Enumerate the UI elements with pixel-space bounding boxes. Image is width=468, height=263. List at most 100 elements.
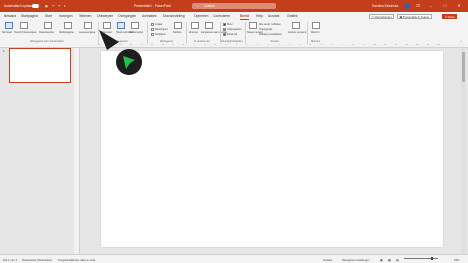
tab-startpagina[interactable]: Startpagina: [21, 14, 38, 18]
autosave-toggle[interactable]: [32, 4, 39, 8]
reading-view-icon[interactable]: [84, 22, 92, 29]
tab-ontwerpen[interactable]: Ontwerpen: [97, 14, 113, 18]
fit-to-window-icon[interactable]: [205, 22, 213, 29]
present-in-teams-button[interactable]: ▣ Presentatie in Teams: [397, 13, 432, 19]
switch-windows-label[interactable]: Andere vensters: [288, 31, 306, 34]
tab-help[interactable]: Help: [256, 14, 263, 18]
black-white-swatch[interactable]: [223, 33, 226, 36]
ruler-tick-label: 2: [288, 44, 291, 47]
tab-animaties[interactable]: Animaties: [142, 14, 156, 18]
ruler-tick-label: 5: [214, 44, 216, 47]
tab-invoegen[interactable]: Invoegen: [59, 14, 73, 18]
slide-info: Dia 1 van 1: [3, 258, 18, 262]
tab-bestand[interactable]: Bestand: [4, 14, 16, 18]
black-white-label[interactable]: Zwart-wit: [227, 33, 237, 36]
slide-sorter-status-icon[interactable]: ▦: [388, 258, 391, 262]
notes-icon[interactable]: [174, 22, 182, 29]
slide-thumbnail[interactable]: [9, 48, 71, 83]
gridlines-checkbox[interactable]: [151, 28, 154, 31]
tab-diavoorstelling[interactable]: Diavoorstelling: [163, 14, 185, 18]
ruler-tick-label: 11: [384, 44, 387, 47]
close-icon[interactable]: ✕: [455, 3, 463, 9]
new-window-icon[interactable]: [249, 22, 257, 29]
notes-master-icon[interactable]: [131, 22, 139, 29]
play-logo-icon: [123, 56, 135, 69]
arrange-all-label[interactable]: Alle venst. schikken: [259, 23, 281, 26]
notes-label[interactable]: Notities: [173, 31, 181, 34]
macros-icon[interactable]: [312, 22, 320, 29]
display-settings[interactable]: Weergave-instellingen: [342, 258, 370, 262]
group-separator: [147, 22, 148, 44]
outline-view-label[interactable]: Overzichtsweergave: [14, 31, 37, 34]
tab-controleren[interactable]: Controleren: [213, 14, 230, 18]
ribbon-options-icon[interactable]: ⊡: [414, 3, 422, 9]
tab-start[interactable]: Start: [45, 14, 52, 18]
language-indicator[interactable]: Nederlands (Nederland): [22, 258, 52, 262]
guides-label: Hulplijnen: [155, 33, 166, 36]
ruler-tick-label: 11: [151, 44, 154, 47]
normal-view-status-icon[interactable]: ▣: [380, 258, 383, 262]
zoom-slider-thumb[interactable]: [431, 256, 433, 260]
customize-icon[interactable]: ▾: [64, 4, 66, 8]
tab-grafiek[interactable]: Grafiek: [287, 14, 298, 18]
ruler-tick-label: 13: [405, 44, 408, 47]
scrollbar-thumb[interactable]: [462, 52, 465, 82]
tab-beeld[interactable]: Beeld: [240, 14, 249, 18]
color-label[interactable]: Kleur: [227, 23, 233, 26]
slide-canvas[interactable]: [101, 51, 443, 247]
share-label: Delen: [447, 14, 455, 19]
ruler-tick-label: 12: [394, 44, 398, 47]
ruler-tick-label: 15: [426, 44, 430, 47]
highlight-marker: [116, 49, 142, 75]
slide-sorter-label[interactable]: Diasorteerder: [39, 31, 54, 34]
undo-icon[interactable]: ↶: [52, 4, 55, 8]
ruler-tick-label: 7: [193, 44, 195, 47]
guides-checkbox[interactable]: [151, 33, 154, 36]
redo-icon[interactable]: ↷: [58, 4, 61, 8]
status-bar: Dia 1 van 1 Nederlands (Nederland) Toega…: [0, 254, 468, 263]
zoom-level[interactable]: 53%: [454, 258, 460, 262]
user-name[interactable]: Karolina Kłosińska: [372, 4, 398, 8]
color-swatch[interactable]: [223, 23, 226, 26]
save-icon[interactable]: ▣: [45, 4, 48, 8]
ruler-tick-label: 4: [225, 44, 227, 47]
notes-page-icon[interactable]: [64, 22, 72, 29]
zoom-icon[interactable]: [191, 22, 199, 29]
document-title: Presentatie1 - PowerPoint: [134, 3, 172, 8]
search-box[interactable]: ⌕ Zoeken: [192, 3, 276, 9]
minimize-icon[interactable]: –: [427, 3, 435, 9]
outline-view-icon[interactable]: [20, 22, 28, 29]
grayscale-swatch[interactable]: [223, 28, 226, 31]
switch-windows-icon[interactable]: [292, 22, 300, 29]
notes-page-label[interactable]: Notitiepagina: [59, 31, 74, 34]
grayscale-label[interactable]: Grijswaarden: [227, 28, 242, 31]
accessibility-status[interactable]: Toegankelijkheid: alles in orde: [58, 258, 95, 262]
tab-tekenen[interactable]: Tekenen: [79, 14, 91, 18]
normal-view-label[interactable]: Normaal: [2, 31, 11, 34]
reading-view-label[interactable]: Leesweergave: [79, 31, 95, 34]
normal-view-icon[interactable]: [5, 22, 13, 29]
avatar[interactable]: [404, 3, 410, 9]
tab-overgangen[interactable]: Overgangen: [118, 14, 136, 18]
handout-master-icon[interactable]: [117, 22, 125, 29]
tab-acrobat[interactable]: Acrobat: [268, 14, 279, 18]
ruler-tick-label: 1: [278, 44, 280, 47]
ruler-tick-label: 16: [98, 44, 101, 47]
cascade-label[interactable]: Trapsgewijs: [259, 28, 272, 31]
maximize-icon[interactable]: □: [441, 3, 449, 9]
slide-sorter-icon[interactable]: [44, 22, 52, 29]
ruler-tick-label: 3: [235, 44, 238, 47]
slide-master-icon[interactable]: [103, 22, 111, 29]
move-split-label[interactable]: Splitsing verplaatsen: [259, 33, 282, 36]
notes-master-label[interactable]: Notitiemodel: [129, 31, 143, 34]
title-bar: Automatisch opslaan ▣ ↶ ↷ ▾ Presentatie1…: [0, 0, 468, 12]
comments-button[interactable]: ▭ Opmerkingen: [369, 13, 395, 19]
ruler-tick-label: 8: [182, 44, 185, 47]
zoom-label[interactable]: Zoomen: [189, 31, 198, 34]
share-button[interactable]: ⇪ Delen: [442, 13, 458, 19]
notes-toggle[interactable]: Notities: [323, 258, 332, 262]
reading-view-status-icon[interactable]: ▤: [396, 258, 399, 262]
ruler-checkbox[interactable]: [151, 23, 154, 26]
macros-label[interactable]: Macro's: [311, 31, 320, 34]
tab-opnemen[interactable]: Opnemen: [194, 14, 208, 18]
